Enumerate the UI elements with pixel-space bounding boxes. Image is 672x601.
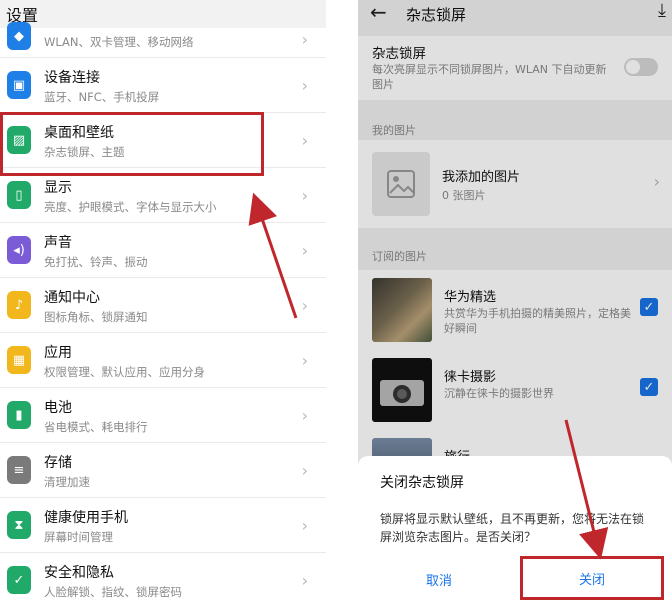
chevron-right-icon: › (301, 131, 308, 150)
settings-header: 设置 (0, 0, 326, 28)
chevron-right-icon: › (301, 571, 308, 590)
settings-item-subtitle: 人脸解锁、指纹、锁屏密码 (44, 585, 182, 599)
settings-item-display[interactable]: ▯ 显示 亮度、护眼模式、字体与显示大小 › (0, 168, 326, 223)
hourglass-icon: ⧗ (7, 511, 31, 539)
chevron-right-icon: › (301, 241, 308, 260)
settings-item-label: 声音 (44, 235, 72, 251)
apps-icon: ▦ (7, 346, 31, 374)
settings-item-security[interactable]: ✓ 安全和隐私 人脸解锁、指纹、锁屏密码 › (0, 553, 326, 601)
settings-item-battery[interactable]: ▮ 电池 省电模式、耗电排行 › (0, 388, 326, 443)
chevron-right-icon: › (301, 461, 308, 480)
settings-screen: 设置 ◆ WLAN、双卡管理、移动网络 › ▣ 设备连接 蓝牙、NFC、手机投屏… (0, 0, 326, 601)
shield-icon: ✓ (7, 566, 31, 594)
settings-item-network[interactable]: ◆ WLAN、双卡管理、移动网络 › (0, 22, 326, 58)
settings-item-subtitle: 图标角标、锁屏通知 (44, 310, 148, 324)
settings-item-subtitle: 免打扰、铃声、振动 (44, 255, 148, 269)
storage-icon: ≡ (7, 456, 31, 484)
settings-list: ◆ WLAN、双卡管理、移动网络 › ▣ 设备连接 蓝牙、NFC、手机投屏 › … (0, 22, 326, 601)
settings-item-sound[interactable]: ◂) 声音 免打扰、铃声、振动 › (0, 223, 326, 278)
device-connect-icon: ▣ (7, 71, 31, 99)
settings-item-subtitle: 清理加速 (44, 475, 90, 489)
confirm-close-button[interactable]: 关闭 (520, 556, 664, 600)
battery-icon: ▮ (7, 401, 31, 429)
settings-item-subtitle: 杂志锁屏、主题 (44, 145, 125, 159)
cancel-button[interactable]: 取消 (382, 566, 502, 592)
settings-item-subtitle: 屏幕时间管理 (44, 530, 113, 544)
settings-item-notifications[interactable]: ♪ 通知中心 图标角标、锁屏通知 › (0, 278, 326, 333)
settings-item-label: 存储 (44, 455, 72, 471)
settings-item-label: 桌面和壁纸 (44, 125, 114, 141)
settings-item-subtitle: 权限管理、默认应用、应用分身 (44, 365, 205, 379)
chevron-right-icon: › (301, 351, 308, 370)
display-icon: ▯ (7, 181, 31, 209)
magazine-lockscreen-screen: ← 杂志锁屏 ⤓ 杂志锁屏 每次亮屏显示不同锁屏图片，WLAN 下自动更新图片 … (358, 0, 672, 601)
close-magazine-dialog: 关闭杂志锁屏 锁屏将显示默认壁纸，且不再更新，您将无法在锁屏浏览杂志图片。是否关… (358, 456, 672, 601)
settings-item-label: 设备连接 (44, 70, 100, 86)
settings-item-device-connect[interactable]: ▣ 设备连接 蓝牙、NFC、手机投屏 › (0, 58, 326, 113)
chevron-right-icon: › (301, 406, 308, 425)
settings-item-label: 显示 (44, 180, 72, 196)
dialog-message: 锁屏将显示默认壁纸，且不再更新，您将无法在锁屏浏览杂志图片。是否关闭？ (380, 512, 645, 544)
settings-item-label: 电池 (44, 400, 72, 416)
settings-item-label: 应用 (44, 345, 72, 361)
notification-icon: ♪ (7, 291, 31, 319)
settings-item-apps[interactable]: ▦ 应用 权限管理、默认应用、应用分身 › (0, 333, 326, 388)
chevron-right-icon: › (301, 516, 308, 535)
settings-item-label: 通知中心 (44, 290, 100, 306)
settings-item-digital-balance[interactable]: ⧗ 健康使用手机 屏幕时间管理 › (0, 498, 326, 553)
chevron-right-icon: › (301, 30, 308, 49)
chevron-right-icon: › (301, 76, 308, 95)
chevron-right-icon: › (301, 296, 308, 315)
settings-item-subtitle: 省电模式、耗电排行 (44, 420, 148, 434)
settings-item-subtitle: 蓝牙、NFC、手机投屏 (44, 90, 160, 104)
chevron-right-icon: › (301, 186, 308, 205)
sound-icon: ◂) (7, 236, 31, 264)
settings-item-label: 健康使用手机 (44, 510, 128, 526)
settings-item-label: 安全和隐私 (44, 565, 114, 581)
settings-item-subtitle: WLAN、双卡管理、移动网络 (44, 35, 194, 49)
wallpaper-icon: ▨ (7, 126, 31, 154)
dialog-title: 关闭杂志锁屏 (380, 475, 464, 491)
settings-item-subtitle: 亮度、护眼模式、字体与显示大小 (44, 200, 217, 214)
network-icon: ◆ (7, 22, 31, 50)
settings-item-storage[interactable]: ≡ 存储 清理加速 › (0, 443, 326, 498)
settings-item-wallpaper[interactable]: ▨ 桌面和壁纸 杂志锁屏、主题 › (0, 113, 326, 168)
